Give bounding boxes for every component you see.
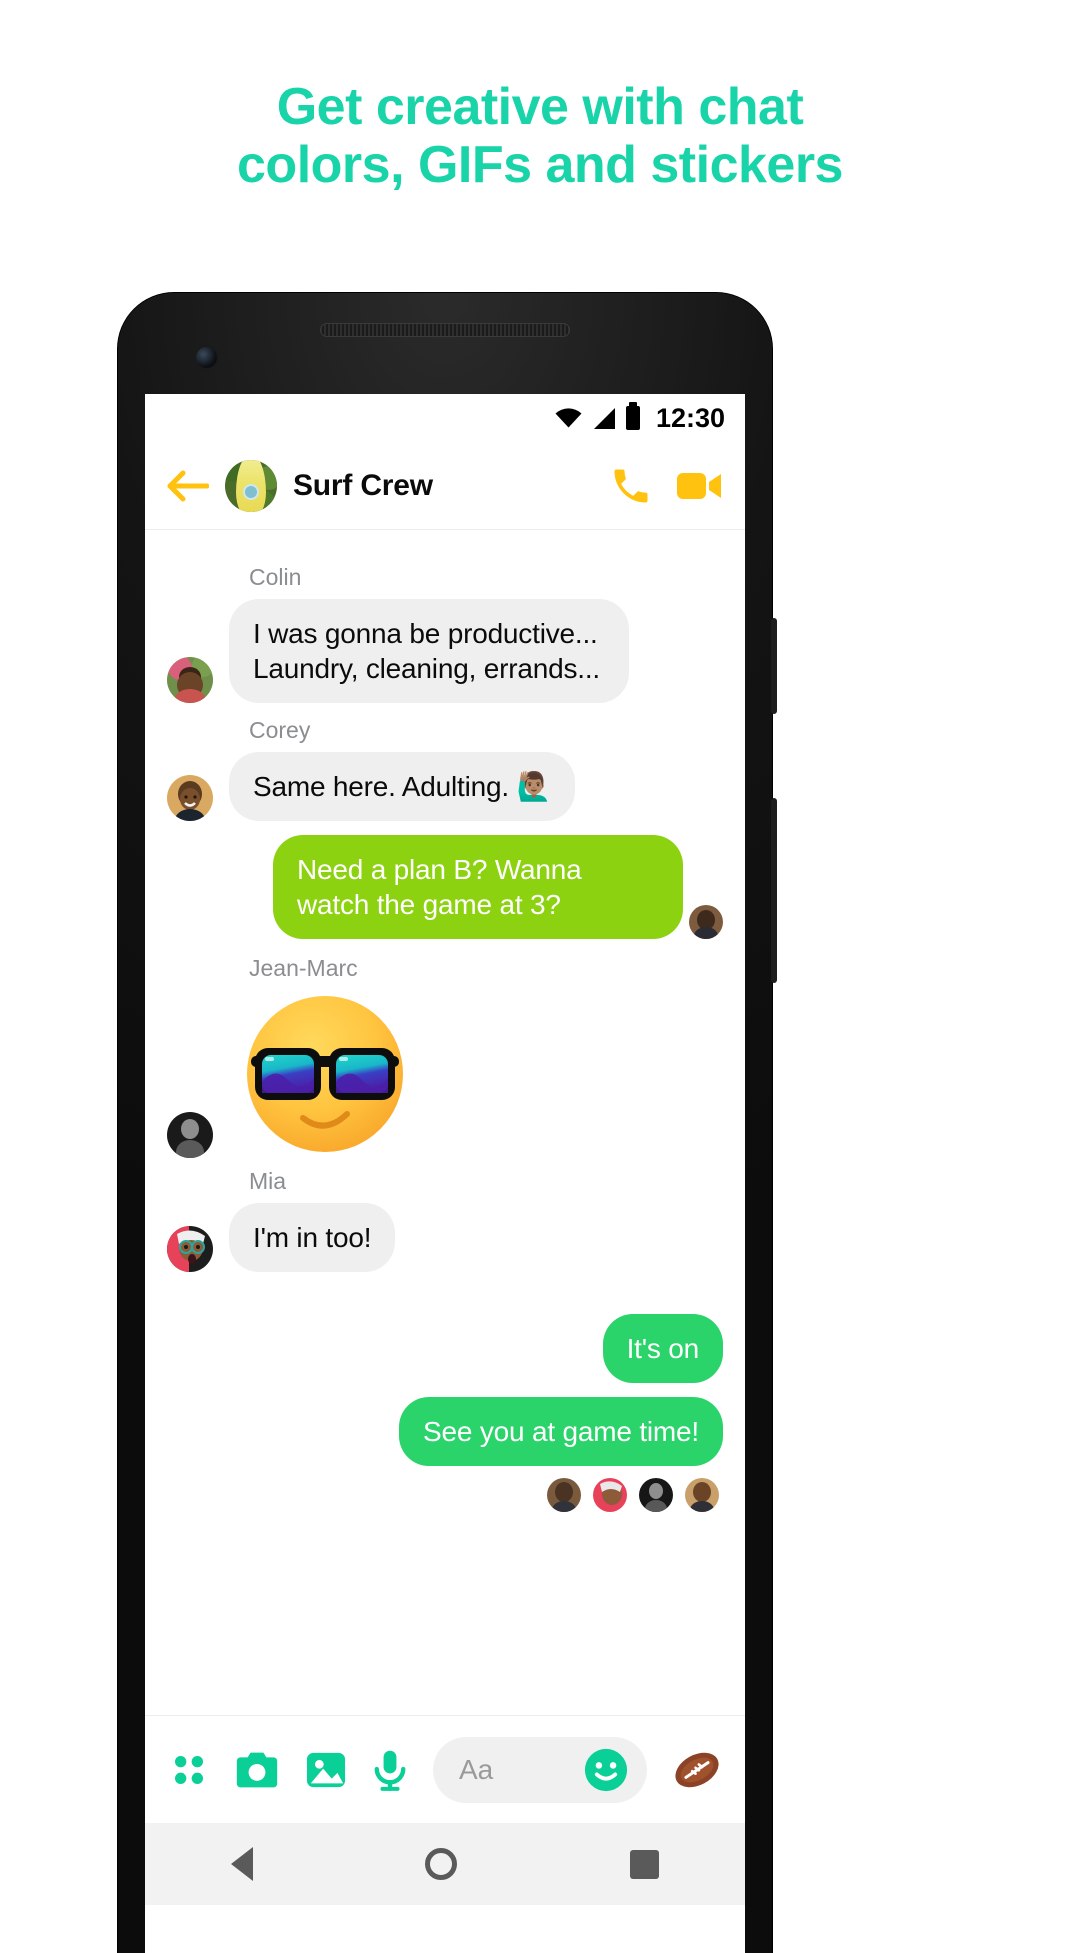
message-input[interactable]: Aa	[433, 1736, 647, 1803]
message-row: See you at game time!	[167, 1397, 723, 1466]
seen-avatar[interactable]	[547, 1478, 581, 1512]
chat-title: Surf Crew	[293, 468, 433, 502]
nav-recents-button[interactable]	[629, 1849, 659, 1879]
four-dot-grid-icon[interactable]	[169, 1750, 209, 1790]
sender-name: Jean-Marc	[249, 955, 358, 981]
sender-name: Corey	[249, 717, 311, 743]
avatar-photo	[167, 657, 213, 703]
seen-avatar[interactable]	[593, 1478, 627, 1512]
football-icon[interactable]	[673, 1749, 721, 1791]
back-arrow-icon[interactable]	[167, 469, 209, 503]
microphone-icon[interactable]	[373, 1749, 407, 1791]
seen-avatar[interactable]	[685, 1478, 719, 1512]
battery-icon	[625, 402, 640, 430]
message-row: It's on	[167, 1314, 723, 1383]
avatar[interactable]	[167, 657, 213, 703]
avatar-photo	[167, 1112, 213, 1158]
status-bar-time: 12:30	[655, 402, 725, 433]
message-composer: Aa	[145, 1715, 745, 1823]
message-bubble[interactable]: See you at game time!	[399, 1397, 723, 1466]
read-receipt-avatar[interactable]	[689, 905, 723, 939]
sender-name: Mia	[249, 1168, 287, 1194]
sunglasses-smiley-sticker[interactable]	[241, 990, 409, 1158]
video-call-icon[interactable]	[675, 464, 723, 508]
sender-name: Colin	[249, 564, 302, 590]
message-input-placeholder: Aa	[459, 1753, 494, 1785]
group-avatar[interactable]	[225, 459, 277, 512]
avatar-photo	[167, 775, 213, 821]
nav-home-button[interactable]	[425, 1848, 458, 1880]
message-row	[167, 990, 723, 1158]
avatar-photo	[547, 1478, 581, 1512]
wifi-icon	[555, 408, 582, 428]
avatar-photo	[685, 1478, 719, 1512]
message-row: Same here. Adulting. 🙋🏽‍♂️	[167, 752, 723, 821]
earpiece-speaker	[320, 323, 570, 337]
page-title-line-1: Get creative with chat	[276, 78, 804, 136]
phone-call-icon[interactable]	[609, 464, 653, 508]
front-camera-icon	[196, 347, 217, 368]
nav-back-button[interactable]	[231, 1847, 254, 1881]
avatar[interactable]	[167, 1112, 213, 1158]
android-nav-bar	[145, 1823, 745, 1905]
message-bubble[interactable]: It's on	[602, 1314, 723, 1383]
avatar-photo	[167, 1226, 213, 1272]
surfboard-detail	[245, 485, 257, 498]
message-thread[interactable]: Colin I was gonna be productive... Laund…	[145, 530, 745, 1715]
phone-mockup: 12:30 Surf Crew Colin I was gonna be pro…	[118, 293, 777, 1953]
power-button[interactable]	[771, 798, 777, 983]
avatar-photo	[639, 1478, 673, 1512]
avatar[interactable]	[167, 1226, 213, 1272]
page-title-line-2: colors, GIFs and stickers	[237, 136, 843, 195]
page-title: Get creative with chat colors, GIFs and …	[0, 78, 1080, 194]
message-bubble[interactable]: Same here. Adulting. 🙋🏽‍♂️	[229, 752, 576, 821]
cellular-signal-icon	[593, 407, 615, 429]
volume-button[interactable]	[771, 618, 777, 714]
sticker-art	[247, 996, 403, 1152]
camera-icon[interactable]	[235, 1750, 279, 1790]
message-bubble[interactable]: I was gonna be productive... Laundry, cl…	[229, 599, 629, 703]
seen-by-avatars	[167, 1478, 723, 1512]
avatar-photo	[689, 905, 723, 939]
status-bar: 12:30	[145, 394, 745, 442]
message-bubble[interactable]: I'm in too!	[229, 1203, 396, 1272]
phone-screen: 12:30 Surf Crew Colin I was gonna be pro…	[145, 394, 745, 1953]
message-row: Need a plan B? Wanna watch the game at 3…	[167, 835, 723, 939]
gallery-icon[interactable]	[305, 1750, 347, 1790]
message-bubble[interactable]: Need a plan B? Wanna watch the game at 3…	[273, 835, 683, 939]
avatar[interactable]	[167, 775, 213, 821]
message-row: I was gonna be productive... Laundry, cl…	[167, 599, 723, 703]
message-row: I'm in too!	[167, 1203, 723, 1272]
avatar-photo	[593, 1478, 627, 1512]
chat-header: Surf Crew	[145, 442, 745, 530]
seen-avatar[interactable]	[639, 1478, 673, 1512]
smiley-icon[interactable]	[583, 1747, 629, 1793]
